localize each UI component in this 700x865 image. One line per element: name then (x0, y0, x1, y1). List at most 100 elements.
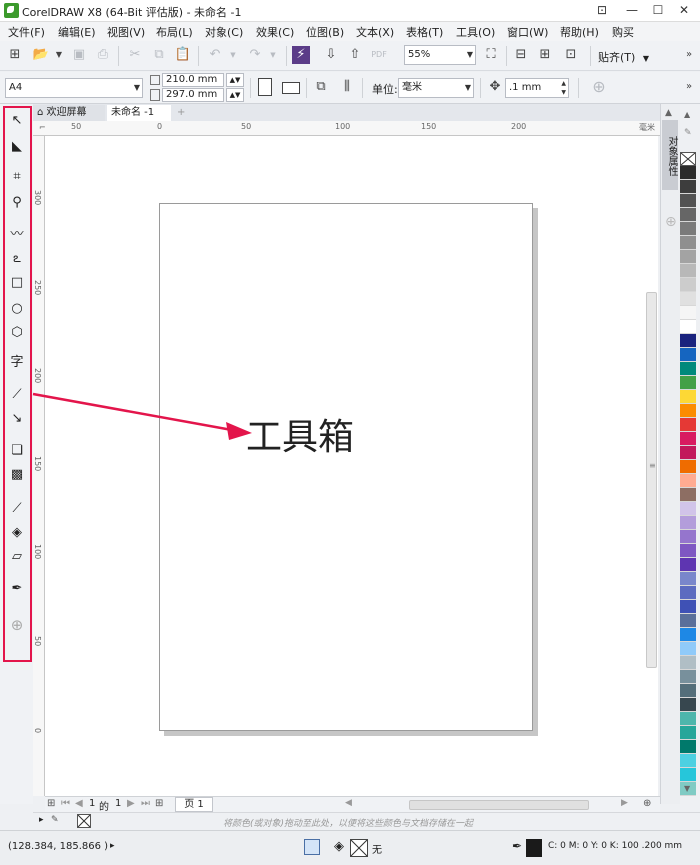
first-page-icon[interactable]: ⏮ (61, 798, 70, 809)
color-swatch[interactable] (680, 726, 696, 740)
color-swatch[interactable] (680, 194, 696, 208)
color-swatch[interactable] (680, 250, 696, 264)
color-swatch[interactable] (680, 474, 696, 488)
new-document-icon[interactable]: ⊞ (6, 46, 24, 64)
show-grid-icon[interactable]: ⊞ (536, 46, 554, 64)
color-swatch[interactable] (680, 614, 696, 628)
minimize-button[interactable]: — (620, 0, 644, 20)
units-combo[interactable]: 毫米 ▼ (398, 78, 474, 98)
show-rulers-icon[interactable]: ⊟ (512, 46, 530, 64)
docker-scroll-up-icon[interactable]: ▲ (665, 108, 672, 118)
color-swatch[interactable] (680, 712, 696, 726)
color-swatch[interactable] (680, 488, 696, 502)
close-button[interactable]: ✕ (672, 0, 696, 20)
color-swatch[interactable] (680, 264, 696, 278)
color-swatch[interactable] (680, 306, 696, 320)
color-swatch[interactable] (680, 418, 696, 432)
status-expand-icon[interactable]: ▸ (110, 841, 115, 851)
color-swatch[interactable] (680, 544, 696, 558)
color-swatch[interactable] (680, 502, 696, 516)
landscape-icon[interactable] (282, 82, 300, 94)
color-swatch[interactable] (680, 334, 696, 348)
menu-tools[interactable]: 工具(O) (456, 24, 495, 40)
color-swatch[interactable] (680, 180, 696, 194)
docker-add-icon[interactable]: ⊕ (665, 214, 677, 230)
color-swatch[interactable] (680, 362, 696, 376)
color-swatch[interactable] (680, 404, 696, 418)
horizontal-ruler[interactable]: ⌐ 50 0 50 100 150 200 毫米 (33, 121, 660, 136)
color-swatch[interactable] (680, 278, 696, 292)
color-swatch[interactable] (680, 684, 696, 698)
paste-icon[interactable]: 📋 (174, 46, 192, 64)
add-page-before-icon[interactable]: ⊞ (47, 798, 55, 809)
outline-color-swatch[interactable] (526, 839, 542, 857)
color-swatch[interactable] (680, 670, 696, 684)
last-page-icon[interactable]: ⏭ (141, 798, 150, 809)
color-swatch[interactable] (680, 572, 696, 586)
add-page-after-icon[interactable]: ⊞ (155, 798, 163, 809)
redo-dropdown-icon[interactable]: ▼ (264, 46, 282, 64)
no-color-swatch[interactable] (680, 152, 696, 166)
palette-scroll-up-icon[interactable]: ▲ (684, 110, 690, 119)
undo-dropdown-icon[interactable]: ▼ (224, 46, 242, 64)
scroll-right-icon[interactable]: ▶ (621, 798, 628, 808)
page-width-stepper[interactable]: ▲▼ (226, 73, 244, 87)
palette-scroll-down-icon[interactable]: ▼ (684, 784, 690, 793)
import-icon[interactable]: ⇩ (322, 46, 340, 64)
color-swatch[interactable] (680, 348, 696, 362)
no-color-swatch-icon[interactable] (77, 814, 91, 828)
menu-bitmaps[interactable]: 位图(B) (306, 24, 344, 40)
menu-file[interactable]: 文件(F) (8, 24, 45, 40)
save-icon[interactable]: ▣ (70, 46, 88, 64)
color-swatch[interactable] (680, 320, 696, 334)
color-swatch[interactable] (680, 656, 696, 670)
full-screen-icon[interactable]: ⛶ (482, 46, 500, 64)
document-page[interactable] (159, 203, 533, 731)
next-page-icon[interactable]: ▶ (127, 798, 135, 809)
maximize-button[interactable]: ☐ (646, 0, 670, 20)
export-icon[interactable]: ⇧ (346, 46, 364, 64)
color-swatch[interactable] (680, 292, 696, 306)
publish-pdf-icon[interactable]: PDF (370, 46, 388, 64)
vertical-scrollbar[interactable]: ≡ (646, 292, 657, 668)
fill-none-swatch[interactable] (350, 839, 368, 857)
page-tab[interactable]: 页 1 (175, 797, 213, 812)
menu-buy[interactable]: 购买 (612, 24, 634, 40)
color-swatch[interactable] (680, 446, 696, 460)
tab-welcome-screen[interactable]: ⌂ 欢迎屏幕 (33, 105, 105, 121)
new-tab-button[interactable]: + (173, 105, 187, 121)
hint-pen-icon[interactable]: ✎ (51, 815, 59, 825)
copy-icon[interactable]: ⧉ (150, 46, 168, 64)
vertical-ruler[interactable]: 300 250 200 150 100 50 0 (33, 136, 45, 796)
scroll-left-icon[interactable]: ◀ (345, 798, 352, 808)
nudge-distance-field[interactable]: .1 mm ▲ ▼ (505, 78, 569, 98)
color-swatch[interactable] (680, 600, 696, 614)
portrait-icon[interactable] (258, 78, 272, 96)
previous-page-icon[interactable]: ◀ (75, 798, 83, 809)
color-swatch[interactable] (680, 768, 696, 782)
color-swatch[interactable] (680, 208, 696, 222)
hint-expand-icon[interactable]: ▸ (39, 815, 44, 825)
menu-help[interactable]: 帮助(H) (560, 24, 599, 40)
color-swatch[interactable] (680, 432, 696, 446)
all-pages-icon[interactable]: ⧉ (312, 78, 330, 96)
window-info-icon[interactable]: ⊡ (590, 0, 614, 20)
toolbar-overflow-icon[interactable]: » (680, 46, 698, 64)
page-height-field[interactable]: 297.0 mm (162, 88, 224, 102)
toolbar-overflow-icon[interactable]: » (680, 78, 698, 96)
undo-icon[interactable]: ↶ (206, 46, 224, 64)
color-swatch[interactable] (680, 236, 696, 250)
color-swatch[interactable] (680, 558, 696, 572)
open-dropdown-icon[interactable]: ▼ (50, 46, 68, 64)
search-content-icon[interactable]: ⚡ (292, 46, 310, 64)
menu-edit[interactable]: 编辑(E) (58, 24, 96, 40)
menu-table[interactable]: 表格(T) (406, 24, 443, 40)
page-width-field[interactable]: 210.0 mm (162, 73, 224, 87)
color-swatch[interactable] (680, 642, 696, 656)
horizontal-scrollbar[interactable] (409, 800, 589, 810)
color-swatch[interactable] (680, 222, 696, 236)
color-swatch[interactable] (680, 698, 696, 712)
color-swatch[interactable] (680, 628, 696, 642)
tab-untitled-1[interactable]: 未命名 -1 (107, 105, 171, 121)
menu-effects[interactable]: 效果(C) (256, 24, 294, 40)
